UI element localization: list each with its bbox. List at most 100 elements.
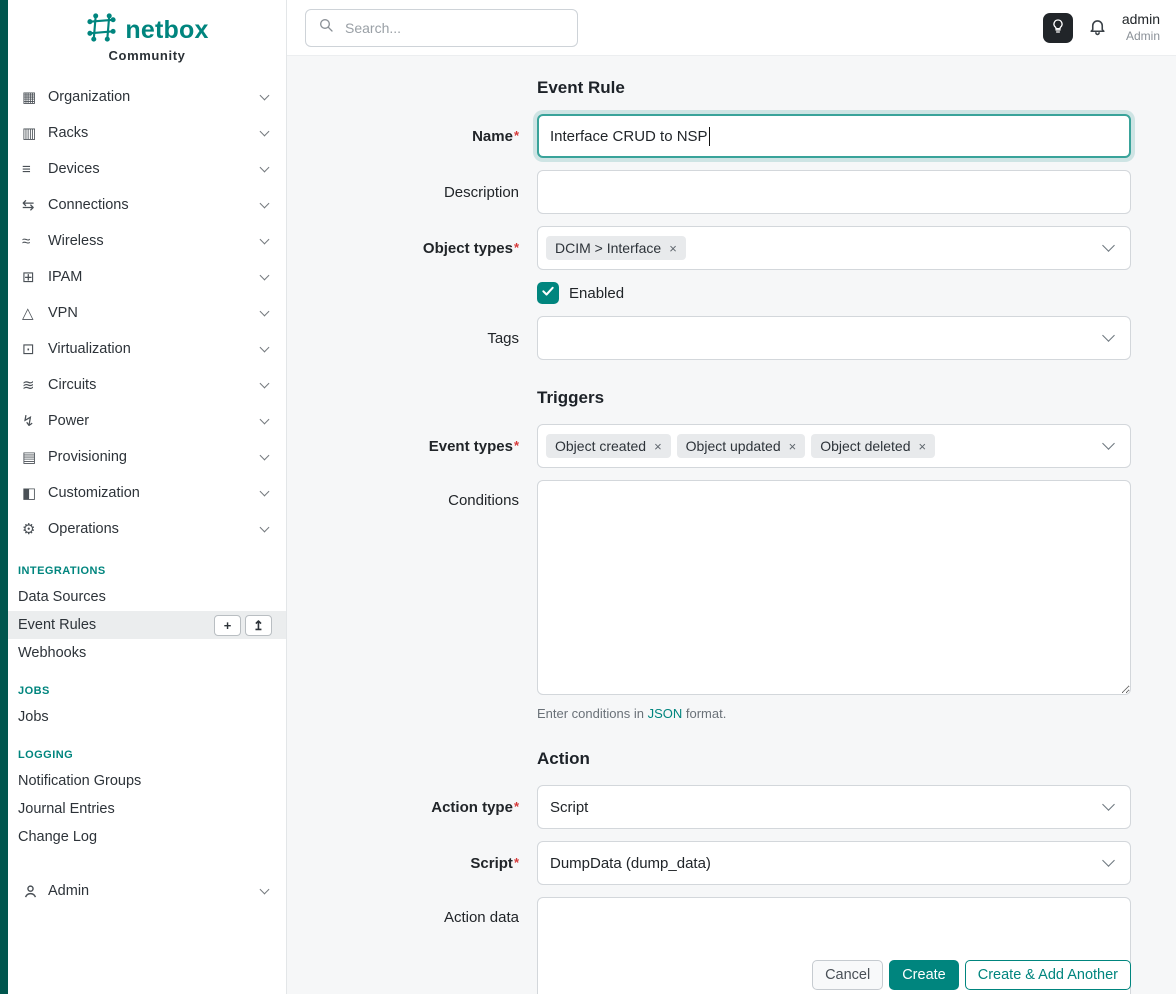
conditions-textarea[interactable] (537, 480, 1131, 695)
devices-icon: ≡ (22, 161, 48, 178)
sidebar-item-power[interactable]: ↯ Power (8, 403, 286, 439)
enabled-field: Enabled (537, 282, 1131, 304)
power-icon: ↯ (22, 412, 48, 430)
chevron-down-icon (1102, 329, 1115, 342)
cancel-button[interactable]: Cancel (812, 960, 883, 990)
form-content: Event Rule Name Interface CRUD to NSP De… (287, 56, 1176, 994)
sidebar-item-virtualization[interactable]: ⊡ Virtualization (8, 331, 286, 367)
chevron-down-icon (260, 126, 270, 136)
json-link[interactable]: JSON (648, 706, 683, 721)
sidebar-item-event-rules[interactable]: Event Rules + ↥ (8, 611, 286, 639)
ipam-icon: ⊞ (22, 268, 48, 286)
remove-chip-icon[interactable]: × (919, 440, 927, 453)
event-rules-actions: + ↥ (214, 615, 272, 636)
sidebar-item-vpn[interactable]: △ VPN (8, 295, 286, 331)
object-types-select[interactable]: DCIM > Interface × (537, 226, 1131, 270)
conditions-label: Conditions (287, 480, 519, 509)
sidebar-item-admin[interactable]: Admin (8, 873, 286, 909)
chevron-down-icon (260, 162, 270, 172)
chevron-down-icon (260, 270, 270, 280)
import-icon: ↥ (253, 619, 264, 632)
form-actions: Cancel Create Create & Add Another (812, 960, 1131, 990)
event-type-chip: Object created × (546, 434, 671, 458)
name-label: Name (287, 128, 519, 145)
page-title: Event Rule (537, 78, 1131, 98)
action-type-select[interactable]: Script (537, 785, 1131, 829)
theme-toggle-button[interactable] (1043, 13, 1073, 43)
name-value: Interface CRUD to NSP (550, 128, 708, 145)
chevron-down-icon (1102, 437, 1115, 450)
chevron-down-icon (260, 234, 270, 244)
sidebar-item-jobs[interactable]: Jobs (8, 703, 286, 731)
tags-label: Tags (287, 330, 519, 347)
remove-chip-icon[interactable]: × (654, 440, 662, 453)
sidebar-item-operations[interactable]: ⚙ Operations (8, 511, 286, 547)
description-input[interactable] (537, 170, 1131, 214)
script-label: Script (287, 855, 519, 872)
sidebar-nav: ▦ Organization ▥ Racks ≡ Devices ⇆ Conne… (8, 79, 286, 909)
user-icon (22, 882, 48, 900)
create-button[interactable]: Create (889, 960, 959, 990)
topbar: admin Admin (287, 0, 1176, 56)
add-event-rule-button[interactable]: + (214, 615, 241, 636)
sidebar-item-circuits[interactable]: ≋ Circuits (8, 367, 286, 403)
app: netbox Community ▦ Organization ▥ Racks … (0, 0, 1176, 994)
selected-object-type-chip: DCIM > Interface × (546, 236, 686, 260)
event-type-chip: Object deleted × (811, 434, 935, 458)
sidebar-item-devices[interactable]: ≡ Devices (8, 151, 286, 187)
chevron-down-icon (1102, 798, 1115, 811)
description-label: Description (287, 184, 519, 201)
virtualization-icon: ⊡ (22, 340, 48, 358)
remove-chip-icon[interactable]: × (669, 242, 677, 255)
sidebar-item-webhooks[interactable]: Webhooks (8, 639, 286, 667)
connections-icon: ⇆ (22, 196, 48, 214)
tags-select[interactable] (537, 316, 1131, 360)
chevron-down-icon (260, 884, 270, 894)
section-title-logging: LOGGING (8, 731, 286, 767)
chevron-down-icon (260, 414, 270, 424)
provisioning-icon: ▤ (22, 448, 48, 466)
object-types-label: Object types (287, 240, 519, 257)
sidebar-item-wireless[interactable]: ≈ Wireless (8, 223, 286, 259)
sidebar-item-data-sources[interactable]: Data Sources (8, 583, 286, 611)
search-box (305, 9, 578, 47)
sidebar-item-change-log[interactable]: Change Log (8, 823, 286, 851)
chevron-down-icon (260, 306, 270, 316)
user-menu[interactable]: admin Admin (1122, 11, 1160, 44)
chevron-down-icon (1102, 854, 1115, 867)
chevron-down-icon (260, 450, 270, 460)
topbar-right: admin Admin (1043, 11, 1160, 44)
chevron-down-icon (260, 486, 270, 496)
notifications-button[interactable] (1088, 17, 1107, 39)
sidebar-item-journal-entries[interactable]: Journal Entries (8, 795, 286, 823)
vpn-icon: △ (22, 304, 48, 322)
script-select[interactable]: DumpData (dump_data) (537, 841, 1131, 885)
brand[interactable]: netbox Community (8, 0, 286, 69)
customization-icon: ◧ (22, 484, 48, 502)
sidebar-item-organization[interactable]: ▦ Organization (8, 79, 286, 115)
sidebar-item-ipam[interactable]: ⊞ IPAM (8, 259, 286, 295)
name-input[interactable]: Interface CRUD to NSP (537, 114, 1131, 158)
create-and-add-another-button[interactable]: Create & Add Another (965, 960, 1131, 990)
remove-chip-icon[interactable]: × (789, 440, 797, 453)
import-event-rules-button[interactable]: ↥ (245, 615, 272, 636)
search-input[interactable] (343, 19, 565, 37)
circuits-icon: ≋ (22, 376, 48, 394)
chevron-down-icon (260, 378, 270, 388)
sidebar-item-racks[interactable]: ▥ Racks (8, 115, 286, 151)
sidebar-item-connections[interactable]: ⇆ Connections (8, 187, 286, 223)
section-title-integrations: INTEGRATIONS (8, 547, 286, 583)
sidebar-item-customization[interactable]: ◧ Customization (8, 475, 286, 511)
event-types-label: Event types (287, 438, 519, 455)
enabled-label: Enabled (569, 285, 624, 302)
event-types-select[interactable]: Object created × Object updated × Object… (537, 424, 1131, 468)
action-type-label: Action type (287, 799, 519, 816)
sidebar-item-provisioning[interactable]: ▤ Provisioning (8, 439, 286, 475)
enabled-checkbox[interactable] (537, 282, 559, 304)
user-role: Admin (1122, 29, 1160, 44)
conditions-help-text: Enter conditions in JSON format. (537, 706, 1131, 721)
action-data-label: Action data (287, 897, 519, 926)
sidebar-item-notification-groups[interactable]: Notification Groups (8, 767, 286, 795)
main-area: admin Admin Event Rule Name Interface CR… (287, 0, 1176, 994)
chevron-down-icon (1102, 239, 1115, 252)
